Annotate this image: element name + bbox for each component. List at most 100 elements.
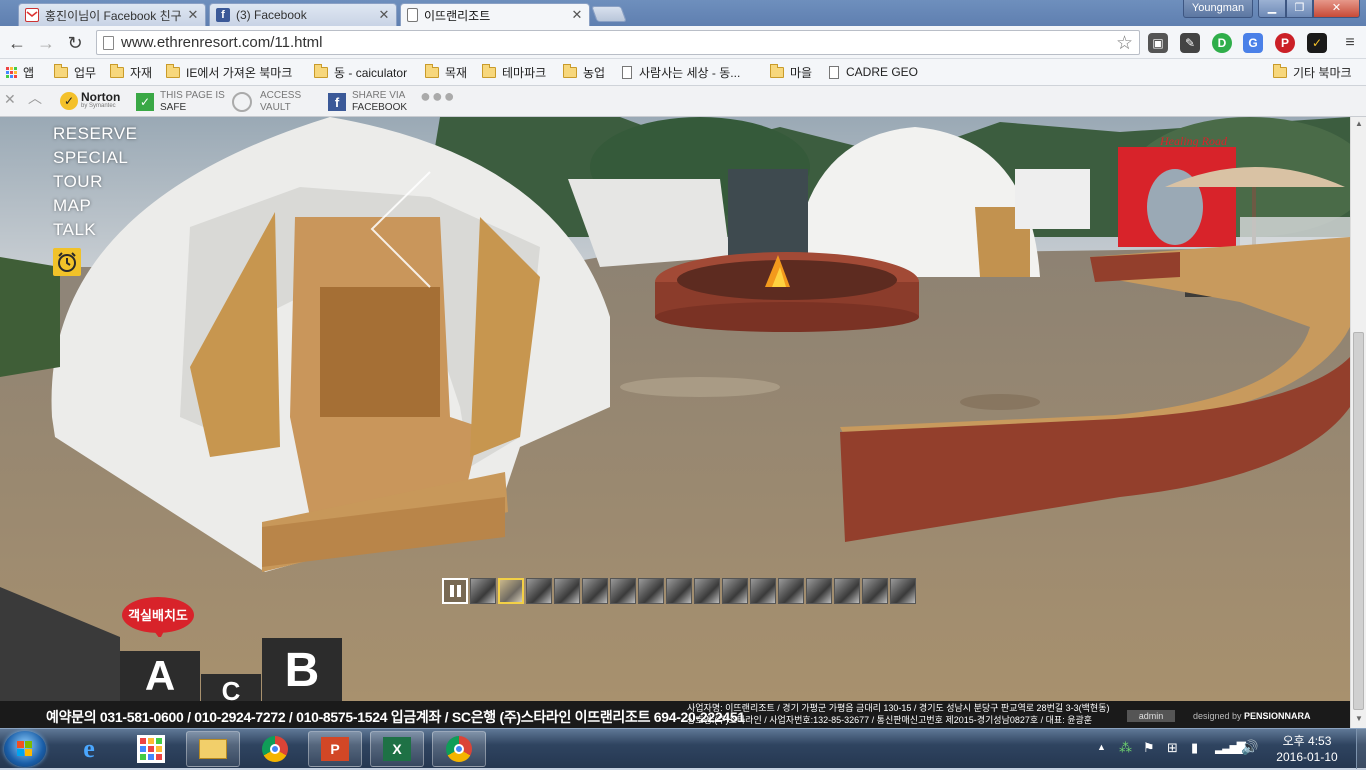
slide-thumbnail[interactable] bbox=[806, 578, 832, 604]
taskbar-clock[interactable]: 오후 4:53 2016-01-10 bbox=[1262, 733, 1352, 765]
bookmark-label: 자재 bbox=[130, 65, 153, 80]
excel-icon[interactable]: X bbox=[370, 731, 424, 767]
scroll-down-icon[interactable]: ▼ bbox=[1355, 714, 1363, 723]
bookmark-folder[interactable]: 자재 bbox=[109, 63, 153, 81]
bookmark-folder[interactable]: IE에서 가져온 북마크 bbox=[165, 63, 292, 81]
tab-gmail[interactable]: 홍진이님이 Facebook 친구 ✕ bbox=[18, 3, 206, 26]
slide-thumbnail[interactable] bbox=[722, 578, 748, 604]
chevron-left-icon[interactable] bbox=[370, 167, 460, 292]
network-signal-icon[interactable]: ▂▃▅▇ bbox=[1215, 740, 1246, 754]
norton-logo[interactable]: ✓ Norton by Symantec bbox=[60, 91, 120, 110]
norton-icon[interactable]: ✓ bbox=[1307, 33, 1327, 53]
nav-talk[interactable]: TALK bbox=[53, 218, 137, 242]
close-tab-icon[interactable]: ✕ bbox=[187, 7, 199, 23]
chrome-icon[interactable] bbox=[248, 731, 302, 767]
close-tab-icon[interactable]: ✕ bbox=[378, 7, 390, 23]
tab-facebook[interactable]: f (3) Facebook ✕ bbox=[209, 3, 397, 26]
tab-ethrenresort[interactable]: 이뜨랜리조트 ✕ bbox=[400, 3, 590, 26]
network-share-icon[interactable]: ⁂ bbox=[1119, 740, 1132, 756]
page-scrollbar[interactable]: ▲ ▼ bbox=[1350, 117, 1366, 728]
room-a-button[interactable]: A bbox=[120, 651, 200, 701]
slide-thumbnail[interactable] bbox=[750, 578, 776, 604]
slide-thumbnail[interactable] bbox=[778, 578, 804, 604]
minimize-button[interactable]: ▁ bbox=[1258, 0, 1286, 18]
slide-thumbnail[interactable] bbox=[834, 578, 860, 604]
internet-explorer-icon[interactable]: e bbox=[62, 731, 116, 767]
bookmark-folder[interactable]: 업무 bbox=[53, 63, 96, 81]
room-layout-badge[interactable]: 객실배치도 bbox=[120, 595, 196, 637]
site-nav: RESERVE SPECIAL TOUR MAP TALK bbox=[53, 122, 137, 242]
more-icon[interactable]: ●●● bbox=[420, 87, 456, 105]
slide-thumbnail[interactable] bbox=[890, 578, 916, 604]
bookmark-star-icon[interactable]: ☆ bbox=[1116, 32, 1133, 55]
slide-thumbnail[interactable] bbox=[862, 578, 888, 604]
slide-thumbnail[interactable] bbox=[526, 578, 552, 604]
slide-thumbnail-selected[interactable] bbox=[498, 578, 524, 604]
safe-check-icon: ✓ bbox=[136, 93, 154, 111]
usb-device-icon[interactable]: ▮ bbox=[1191, 740, 1198, 756]
nav-map[interactable]: MAP bbox=[53, 194, 137, 218]
apps-icon bbox=[6, 66, 17, 78]
bookmark-page[interactable]: 사람사는 세상 - 동... bbox=[622, 63, 740, 81]
url-text[interactable]: www.ethrenresort.com/11.html bbox=[121, 34, 322, 51]
bookmark-folder[interactable]: 농업 bbox=[562, 63, 605, 81]
admin-button[interactable]: admin bbox=[1127, 710, 1175, 722]
room-b-button[interactable]: B bbox=[262, 638, 342, 701]
extension-icon[interactable]: D bbox=[1212, 33, 1232, 53]
bookmark-folder[interactable]: 테마파크 bbox=[481, 63, 546, 81]
reload-icon[interactable]: ↻ bbox=[63, 31, 87, 55]
volume-icon[interactable]: 🔊 bbox=[1241, 739, 1258, 756]
close-window-button[interactable]: ✕ bbox=[1313, 0, 1360, 18]
slide-thumbnail[interactable] bbox=[470, 578, 496, 604]
alarm-clock-icon[interactable] bbox=[53, 248, 81, 276]
back-icon[interactable]: ← bbox=[5, 31, 29, 55]
bookmark-apps[interactable]: 앱 bbox=[6, 63, 34, 81]
chevron-up-icon[interactable]: ︿ bbox=[28, 91, 42, 105]
flag-icon[interactable]: ⚑ bbox=[1143, 740, 1155, 756]
close-icon[interactable]: ✕ bbox=[4, 92, 16, 106]
chrome-active-icon[interactable] bbox=[432, 731, 486, 767]
address-bar[interactable]: www.ethrenresort.com/11.html ☆ bbox=[96, 30, 1140, 55]
room-c-button[interactable]: C bbox=[201, 674, 261, 701]
bookmark-folder[interactable]: 목재 bbox=[424, 63, 467, 81]
google-translate-icon[interactable]: G bbox=[1243, 33, 1263, 53]
new-tab-button[interactable] bbox=[591, 6, 627, 22]
slide-thumbnail[interactable] bbox=[610, 578, 636, 604]
file-explorer-icon[interactable] bbox=[186, 731, 240, 767]
slide-thumbnail[interactable] bbox=[582, 578, 608, 604]
extension-icon[interactable]: ▣ bbox=[1148, 33, 1168, 53]
bookmark-folder-other[interactable]: 기타 북마크 bbox=[1272, 63, 1352, 81]
windows-update-icon[interactable]: ⊞ bbox=[1167, 740, 1178, 756]
bookmark-page[interactable]: CADRE GEO bbox=[829, 63, 918, 81]
folder-icon bbox=[562, 63, 577, 78]
extension-icon[interactable]: ✎ bbox=[1180, 33, 1200, 53]
page-safe-indicator[interactable]: ✓ THIS PAGE IS SAFE bbox=[136, 90, 225, 114]
nav-tour[interactable]: TOUR bbox=[53, 170, 137, 194]
powerpoint-icon[interactable]: P bbox=[308, 731, 362, 767]
show-desktop-button[interactable] bbox=[1356, 729, 1366, 769]
maximize-button[interactable]: ❐ bbox=[1286, 0, 1313, 18]
pause-icon[interactable] bbox=[442, 578, 468, 604]
designed-by[interactable]: designed by PENSIONNARA bbox=[1193, 711, 1311, 721]
slide-thumbnail[interactable] bbox=[554, 578, 580, 604]
menu-icon[interactable]: ≡ bbox=[1338, 31, 1362, 55]
profile-button[interactable]: Youngman bbox=[1183, 0, 1253, 18]
slide-thumbnail[interactable] bbox=[694, 578, 720, 604]
scroll-up-icon[interactable]: ▲ bbox=[1355, 119, 1363, 128]
access-vault-button[interactable]: ACCESS VAULT bbox=[232, 90, 301, 114]
apps-launcher-icon[interactable] bbox=[124, 731, 178, 767]
pinterest-icon[interactable]: P bbox=[1275, 33, 1295, 53]
start-button[interactable] bbox=[4, 731, 46, 767]
facebook-icon: f bbox=[216, 8, 230, 22]
nav-reserve[interactable]: RESERVE bbox=[53, 122, 137, 146]
scrollbar-thumb[interactable] bbox=[1353, 332, 1364, 710]
show-hidden-icons-icon[interactable]: ▲ bbox=[1097, 742, 1106, 752]
bookmark-folder[interactable]: 마을 bbox=[769, 63, 812, 81]
nav-special[interactable]: SPECIAL bbox=[53, 146, 137, 170]
close-tab-icon[interactable]: ✕ bbox=[571, 7, 583, 23]
share-facebook-button[interactable]: f SHARE VIA FACEBOOK bbox=[328, 90, 407, 114]
slide-thumbnail[interactable] bbox=[638, 578, 664, 604]
bookmark-folder[interactable]: 동 - caiculator bbox=[313, 63, 407, 81]
slide-thumbnail[interactable] bbox=[666, 578, 692, 604]
forward-icon[interactable]: → bbox=[34, 31, 58, 55]
